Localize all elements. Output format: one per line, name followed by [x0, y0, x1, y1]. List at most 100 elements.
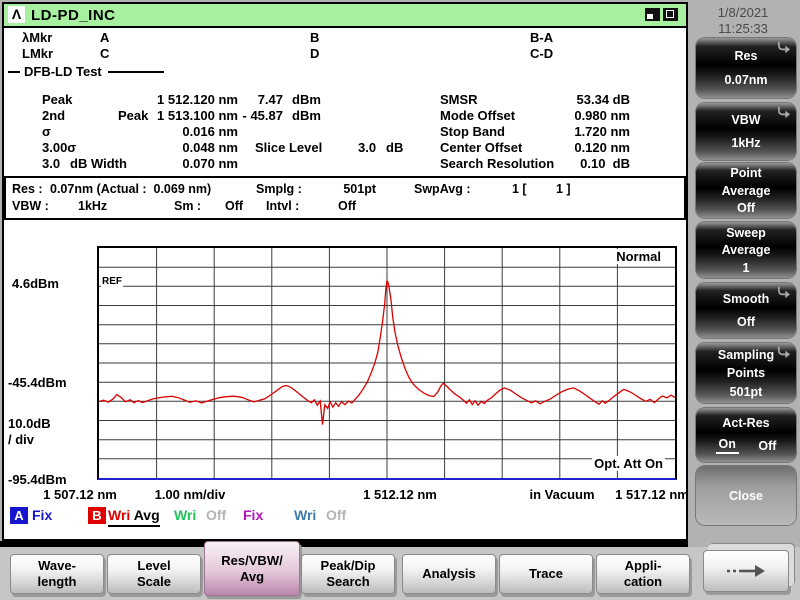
- y-axis-bottom-level: -95.4dBm: [8, 472, 67, 487]
- slice-level-label: Slice Level: [255, 140, 323, 155]
- trace-a-state: Fix: [32, 507, 53, 523]
- result-wavelength: 0.070 nm: [182, 156, 238, 171]
- act-res-off[interactable]: Off: [758, 439, 776, 453]
- result-label: SMSR: [440, 92, 478, 107]
- time-text: 11:25:33: [718, 21, 768, 36]
- result-wavelength: 0.048 nm: [182, 140, 238, 155]
- trace-a-badge: A: [10, 507, 28, 524]
- marker-b-a: B-A: [530, 30, 554, 45]
- section-rule-left: [8, 71, 20, 73]
- x-axis-center: 1 512.12 nm: [363, 487, 437, 502]
- softkey-point-average[interactable]: Point Average Off: [696, 163, 796, 218]
- menu-peak-dip-search[interactable]: Peak/Dip Search: [301, 554, 395, 594]
- sweep-average-label: SwpAvg :: [414, 182, 471, 196]
- x-axis-medium: in Vacuum: [529, 487, 595, 502]
- vendor-logo: Λ: [8, 6, 25, 23]
- level-marker-label: LMkr: [22, 46, 54, 61]
- menu-res-vbw-avg[interactable]: Res/VBW/ Avg: [204, 541, 300, 596]
- y-axis-scale-unit: / div: [8, 432, 35, 447]
- result-label: 3.0: [42, 156, 61, 171]
- result-wavelength: 0.016 nm: [182, 124, 238, 139]
- x-axis-start: 1 507.12 nm: [43, 487, 117, 502]
- result-wavelength: 1 513.100 nm: [157, 108, 238, 123]
- softkey-close[interactable]: Close: [696, 466, 796, 525]
- ref-line-label: REF: [101, 276, 123, 287]
- trace-b-badge: B: [88, 507, 106, 524]
- result-value: 0.10 dB: [580, 156, 630, 171]
- marker-d: D: [310, 46, 320, 61]
- maximize-icon: [666, 10, 674, 18]
- softkey-smooth[interactable]: Smooth Off: [696, 283, 796, 338]
- trace-e-state: Wri: [294, 507, 317, 523]
- x-axis-scale: 1.00 nm/div: [154, 487, 226, 502]
- sampling-setting-value: 501pt: [343, 182, 376, 196]
- more-menus-arrow-icon: [727, 565, 765, 577]
- result-value: 0.980 nm: [574, 108, 630, 123]
- softkey-act-res[interactable]: Act-Res On Off: [696, 408, 796, 462]
- sweep-average-count: 1 ]: [556, 182, 571, 196]
- vbw-setting-value: 1kHz: [78, 199, 108, 213]
- softkey-res[interactable]: Res 0.07nm: [696, 38, 796, 98]
- sweep-settings-box: Res : 0.07nm (Actual : 0.069 nm) Smplg :…: [4, 176, 686, 220]
- datetime-display: 1/8/2021 11:25:33: [690, 5, 796, 37]
- result-level: - 45.87: [242, 108, 283, 123]
- maximize-button[interactable]: [663, 8, 678, 21]
- y-axis-ref-level: 4.6dBm: [12, 276, 59, 291]
- interval-setting-value: Off: [338, 199, 357, 213]
- sampling-setting-label: Smplg :: [256, 182, 302, 196]
- marker-a: A: [100, 30, 110, 45]
- result-label: 3.00σ: [42, 140, 77, 155]
- result-wavelength: 1 512.120 nm: [157, 92, 238, 107]
- wavelength-marker-label: λMkr: [22, 30, 53, 45]
- result-label: Peak: [42, 92, 73, 107]
- result-unit: dBm: [292, 108, 321, 123]
- trace-d-state: Fix: [243, 507, 264, 523]
- softkey-vbw[interactable]: VBW 1kHz: [696, 103, 796, 160]
- menu-more-button[interactable]: [703, 550, 789, 592]
- smooth-setting-value: Off: [225, 199, 244, 213]
- x-axis-stop: 1 517.12 nm: [615, 487, 689, 502]
- y-axis-mid-level: -45.4dBm: [8, 375, 67, 390]
- trace-e-state-off: Off: [326, 507, 347, 523]
- result-label2: dB Width: [70, 156, 127, 171]
- optical-attenuator-badge: Opt. Att On: [592, 456, 665, 471]
- menu-wavelength[interactable]: Wave- length: [10, 554, 104, 594]
- result-unit: dBm: [292, 92, 321, 107]
- result-level: 7.47: [257, 92, 283, 107]
- trace-status-bar: A Fix B Wri Avg Wri Off Fix Wri Off: [4, 507, 682, 527]
- trace-c-state-off: Off: [206, 507, 227, 523]
- trace-c-state: Wri: [174, 507, 197, 523]
- smooth-setting-label: Sm :: [174, 199, 202, 213]
- softkey-sampling-points[interactable]: Sampling Points 501pt: [696, 343, 796, 403]
- submenu-arrow-icon: [778, 346, 790, 359]
- result-label: Center Offset: [440, 140, 523, 155]
- softkey-sweep-average[interactable]: Sweep Average 1: [696, 222, 796, 278]
- menu-level-scale[interactable]: Level Scale: [107, 554, 201, 594]
- minimize-icon: [647, 14, 653, 19]
- result-label: σ: [42, 124, 51, 139]
- vbw-setting-label: VBW :: [12, 199, 49, 213]
- res-setting-value: 0.07nm (Actual : 0.069 nm): [50, 182, 212, 196]
- result-label: 2nd: [42, 108, 66, 123]
- minimize-button[interactable]: [645, 8, 660, 21]
- act-res-toggle: On Off: [696, 437, 796, 455]
- section-rule-right: [108, 71, 164, 73]
- spectrum-plot: Normal REF Opt. Att On: [97, 246, 677, 480]
- menu-analysis[interactable]: Analysis: [402, 554, 496, 594]
- instrument-screen: Λ LD-PD_INC λMkr A B B-A LMkr C D C-D DF…: [2, 2, 689, 541]
- result-value: 0.120 nm: [574, 140, 630, 155]
- menu-application[interactable]: Appli- cation: [596, 554, 690, 594]
- act-res-on[interactable]: On: [715, 437, 739, 455]
- slice-level-unit: dB: [386, 140, 404, 155]
- slice-level-value: 3.0: [358, 140, 377, 155]
- spectrum-svg: [99, 248, 675, 478]
- y-axis-scale: 10.0dB: [8, 416, 51, 431]
- window-title: LD-PD_INC: [31, 7, 116, 24]
- res-setting-label: Res :: [12, 182, 43, 196]
- menu-trace[interactable]: Trace: [499, 554, 593, 594]
- marker-c-d: C-D: [530, 46, 554, 61]
- date-text: 1/8/2021: [717, 5, 769, 20]
- marker-b: B: [310, 30, 320, 45]
- sweep-average-value: 1 [: [512, 182, 527, 196]
- trace-mode-badge: Normal: [614, 249, 663, 264]
